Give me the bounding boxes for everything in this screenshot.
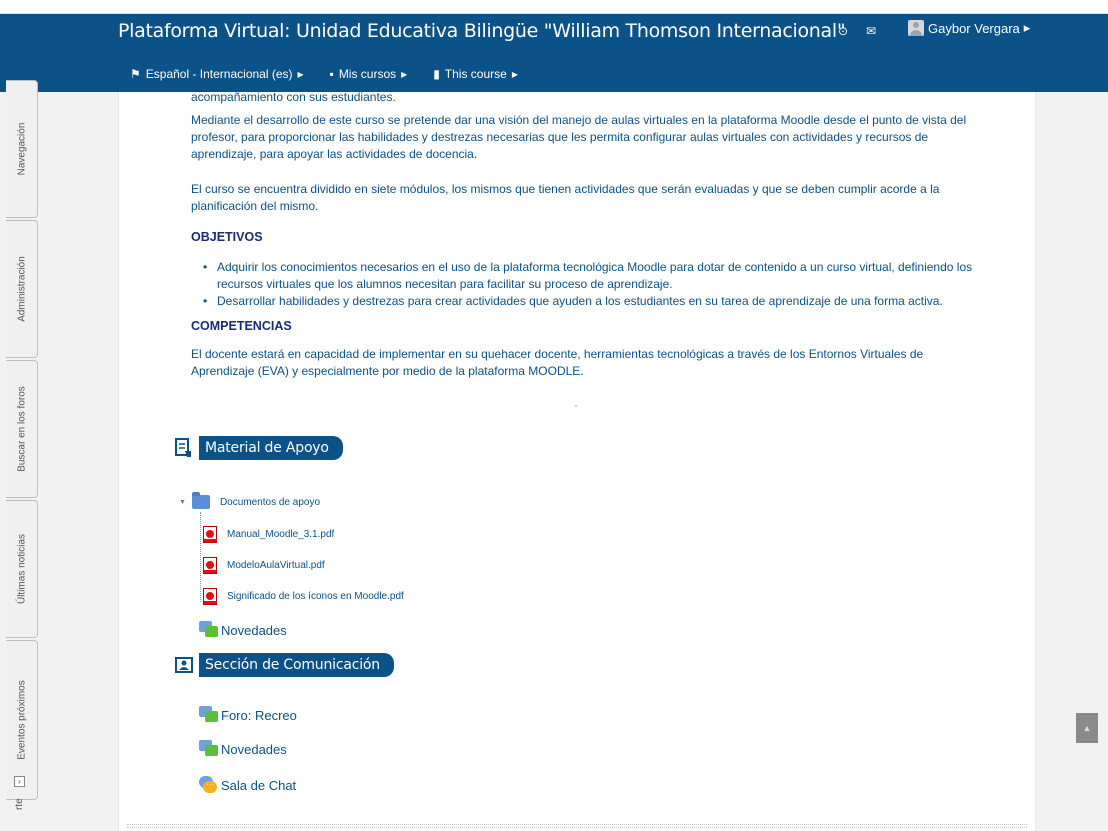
pdf-icon	[203, 526, 217, 543]
nav-mis-cursos[interactable]: ▪ Mis cursos ▸	[330, 67, 408, 81]
objetivos-heading: OBJETIVOS	[191, 230, 263, 244]
intro-paragraph-1: Mediante el desarrollo de este curso se …	[191, 113, 967, 161]
course-content: acompañamiento con sus estudiantes. Medi…	[118, 90, 1036, 831]
forum-icon	[199, 621, 219, 639]
separator: -	[574, 400, 578, 412]
browser-top-strip	[0, 0, 1108, 14]
activity-name: Novedades	[221, 622, 287, 638]
caret-right-icon: ▸	[1023, 20, 1031, 35]
competencias-text: El docente estará en capacidad de implem…	[191, 347, 924, 378]
user-menu[interactable]: Gaybor Vergara ▸	[908, 20, 1030, 36]
section-comunicacion: Sección de Comunicación	[175, 651, 394, 679]
message-icon[interactable]: ✉	[866, 24, 876, 38]
header-icons: ⊙ ✉	[838, 24, 876, 38]
forum-icon	[199, 706, 219, 724]
flag-icon: ⚑	[130, 67, 141, 81]
activity-foro-recreo[interactable]: Foro: Recreo	[199, 706, 297, 724]
file-name: Manual_Moodle_3.1.pdf	[227, 529, 335, 540]
activity-name: Sala de Chat	[221, 777, 297, 793]
forum-icon	[199, 740, 219, 758]
dock-tab-navegacion[interactable]: Navegación	[6, 80, 38, 218]
expand-triangle-icon[interactable]: ▼	[179, 499, 186, 506]
section-title-label: Sección de Comunicación	[199, 653, 394, 677]
dock-expand-icon[interactable]: ›	[14, 776, 25, 787]
activity-novedades[interactable]: Novedades	[199, 621, 287, 639]
site-title[interactable]: Plataforma Virtual: Unidad Educativa Bil…	[118, 20, 846, 42]
contact-card-icon	[175, 655, 193, 675]
activity-sala-chat[interactable]: Sala de Chat	[199, 776, 296, 794]
list-item: Adquirir los conocimientos necesarios en…	[199, 259, 989, 293]
intro-paragraph-2: El curso se encuentra dividido en siete …	[191, 182, 940, 213]
dock-tab-label: Últimas noticias	[16, 533, 27, 605]
file-link[interactable]: Manual_Moodle_3.1.pdf	[203, 526, 334, 543]
block-dock: Navegación Administración Buscar en los …	[0, 80, 38, 831]
chat-icon	[199, 776, 219, 794]
pdf-icon	[203, 588, 217, 605]
file-name: ModeloAulaVirtual.pdf	[227, 560, 325, 571]
activity-name: Foro: Recreo	[221, 707, 297, 723]
activity-name: Novedades	[221, 741, 287, 757]
user-name: Gaybor Vergara	[928, 20, 1020, 36]
folder-documentos[interactable]: ▼ Documentos de apoyo	[179, 492, 321, 509]
section-material-apoyo: Material de Apoyo	[175, 434, 343, 462]
file-link[interactable]: ModeloAulaVirtual.pdf	[203, 557, 325, 574]
site-header: Plataforma Virtual: Unidad Educativa Bil…	[0, 14, 1108, 92]
caret-right-icon: ▸	[297, 67, 304, 81]
target-icon[interactable]: ⊙	[838, 24, 848, 38]
nav-this-course[interactable]: ▮ This course ▸	[433, 67, 518, 81]
book-icon: ▮	[433, 67, 440, 81]
pdf-icon	[203, 557, 217, 574]
dock-tab-label: Eventos próximos	[16, 680, 27, 760]
dock-tab-cut[interactable]: rte	[14, 798, 25, 810]
file-link[interactable]: Significado de los íconos en Moodle.pdf	[203, 588, 404, 605]
dock-tab-label: Buscar en los foros	[16, 386, 27, 472]
nav-language-label: Español - Internacional (es)	[145, 67, 293, 81]
arrow-up-icon: ▲	[1082, 723, 1092, 733]
dock-tab-buscar-foros[interactable]: Buscar en los foros	[6, 360, 38, 498]
section-title-label: Material de Apoyo	[199, 436, 343, 460]
footer-divider	[127, 824, 1027, 828]
intro-cut-text: acompañamiento con sus estudiantes.	[191, 90, 396, 104]
back-to-top-button[interactable]: ▲	[1076, 713, 1098, 743]
briefcase-icon: ▪	[329, 67, 334, 81]
dock-tab-administracion[interactable]: Administración	[6, 220, 38, 358]
folder-name: Documentos de apoyo	[219, 496, 321, 508]
caret-right-icon: ▸	[401, 67, 408, 81]
avatar	[908, 20, 924, 36]
custom-menu: ⚑ Español - Internacional (es) ▸ ▪ Mis c…	[130, 67, 518, 81]
list-item: Desarrollar habilidades y destrezas para…	[199, 293, 989, 310]
file-name: Significado de los íconos en Moodle.pdf	[227, 591, 404, 602]
activity-novedades[interactable]: Novedades	[199, 740, 287, 758]
caret-right-icon: ▸	[511, 67, 518, 81]
nav-mis-cursos-label: Mis cursos	[338, 67, 397, 81]
objetivos-list: Adquirir los conocimientos necesarios en…	[199, 259, 989, 310]
folder-icon	[191, 492, 210, 509]
tree-line	[200, 512, 201, 602]
dock-tab-ultimas-noticias[interactable]: Últimas noticias	[6, 500, 38, 638]
nav-language[interactable]: ⚑ Español - Internacional (es) ▸	[130, 67, 304, 81]
nav-this-course-label: This course	[444, 67, 507, 81]
dock-tab-label: Administración	[16, 256, 27, 322]
competencias-heading: COMPETENCIAS	[191, 319, 292, 333]
book-reader-icon	[175, 438, 193, 458]
dock-tab-label: Navegación	[16, 122, 27, 176]
